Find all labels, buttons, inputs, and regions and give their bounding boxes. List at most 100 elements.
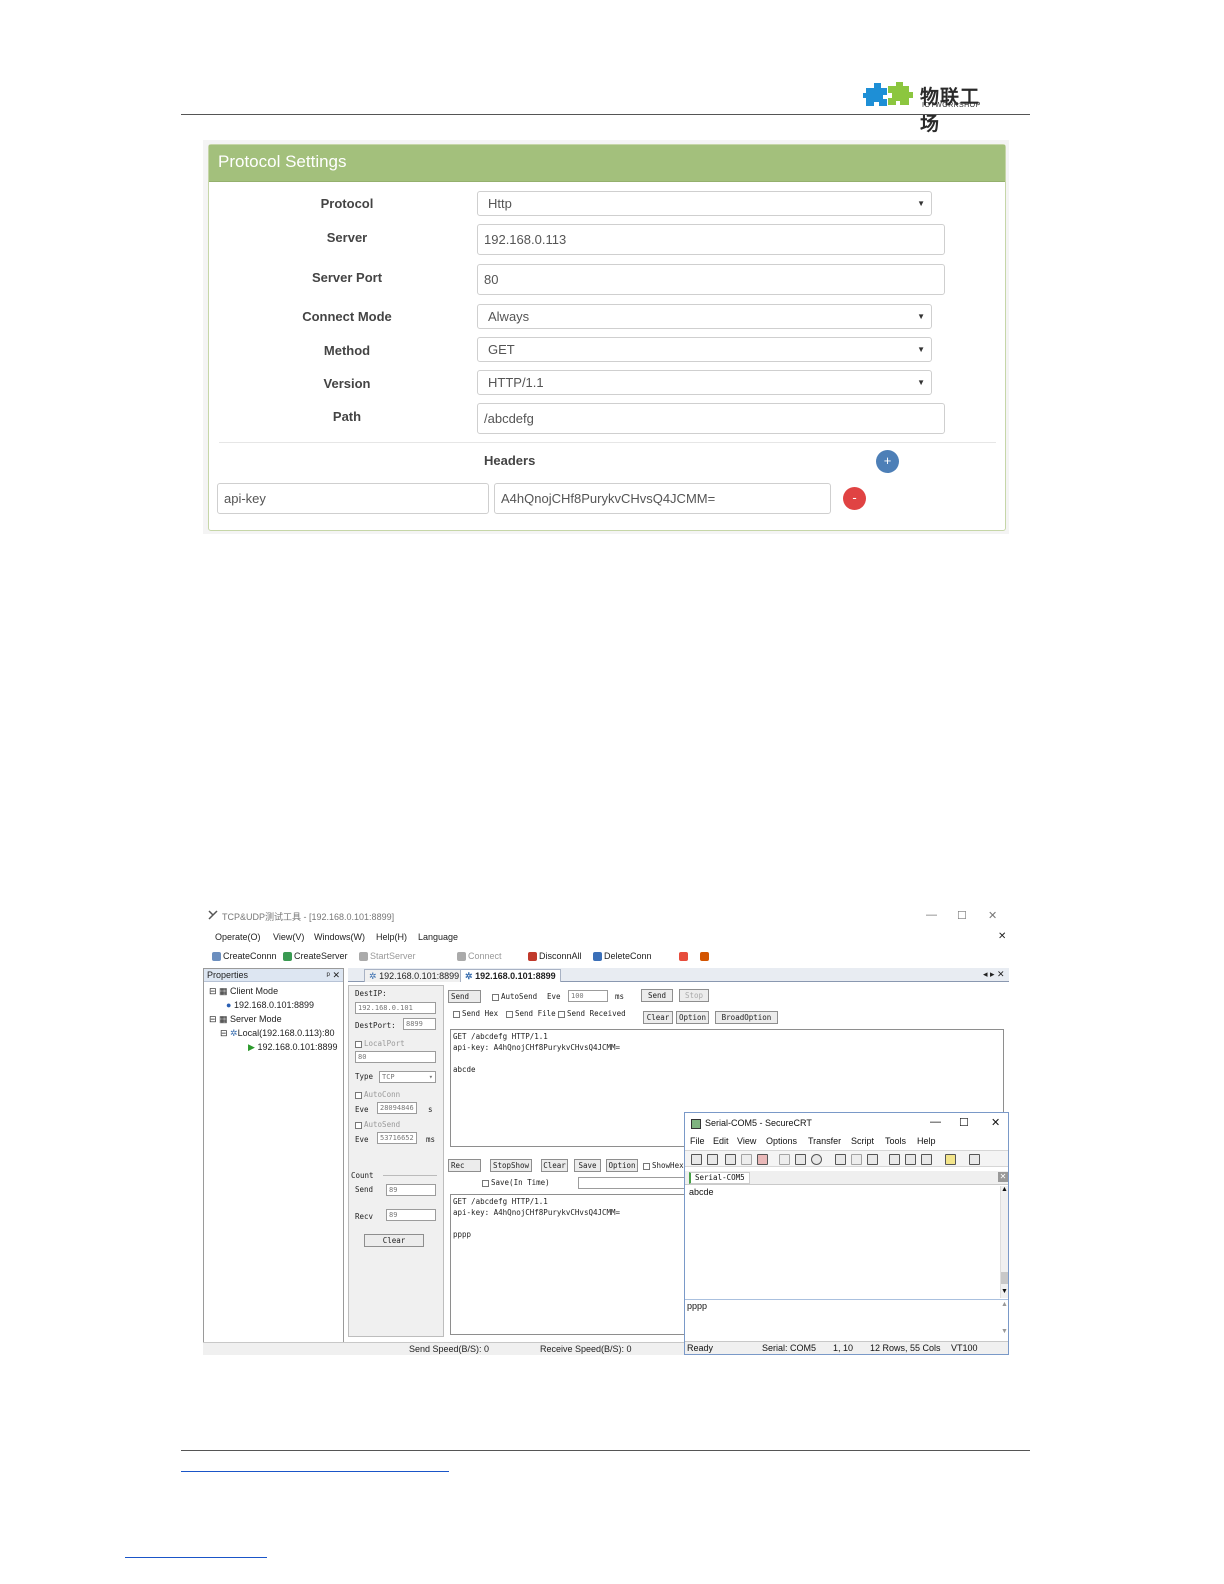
local-port-checkbox[interactable]: LocalPort — [355, 1039, 405, 1048]
eve1-field[interactable]: 28094846 — [377, 1102, 417, 1114]
tab-serial-com5[interactable]: Serial-COM5 — [689, 1172, 750, 1184]
send-file-icon[interactable] — [835, 1154, 846, 1165]
scroll-down-icon[interactable]: ▼ — [1001, 1328, 1008, 1335]
send-button[interactable]: Send — [641, 989, 673, 1002]
save-in-time-checkbox[interactable]: Save(In Time) — [482, 1178, 550, 1187]
close-button[interactable]: ✕ — [988, 909, 997, 922]
menu-windows[interactable]: Windows(W) — [314, 932, 365, 942]
add-header-button[interactable]: + — [876, 450, 899, 473]
menu-help[interactable]: Help(H) — [376, 932, 407, 942]
keymap-icon[interactable] — [921, 1154, 932, 1165]
crt-menu-script[interactable]: Script — [851, 1136, 874, 1146]
crt-terminal[interactable]: abcde — [686, 1186, 1002, 1298]
tree-client-mode[interactable]: ⊟ ▦ Client Mode — [209, 986, 278, 997]
session-options-icon[interactable] — [889, 1154, 900, 1165]
find-icon[interactable] — [811, 1154, 822, 1165]
header-value-input[interactable]: A4hQnojCHf8PurykvCHvsQ4JCMM= — [494, 483, 831, 514]
create-conn-button[interactable]: CreateConnn — [212, 951, 277, 962]
recv-option-button[interactable]: Option — [606, 1159, 638, 1172]
tab-nav-buttons[interactable]: ◂ ▸ ✕ — [983, 969, 1005, 980]
disconnect-icon[interactable] — [757, 1154, 768, 1165]
auto-send-checkbox[interactable]: AutoSend — [492, 992, 537, 1001]
crt-menu-transfer[interactable]: Transfer — [808, 1136, 841, 1146]
quick-connect-icon[interactable] — [707, 1154, 718, 1165]
crt-menu-options[interactable]: Options — [766, 1136, 797, 1146]
menu-language[interactable]: Language — [418, 932, 458, 942]
scroll-up-icon[interactable]: ▲ — [1001, 1186, 1008, 1193]
connect-button[interactable]: Connect — [457, 951, 502, 962]
header-key-input[interactable]: api-key — [217, 483, 489, 514]
eve-interval-field[interactable]: 100 — [568, 990, 608, 1002]
footer-link-underline[interactable] — [181, 1471, 449, 1472]
crt-menu-help[interactable]: Help — [917, 1136, 936, 1146]
local-port-field[interactable]: 80 — [355, 1051, 436, 1063]
tree-server-conn[interactable]: ▶ 192.168.0.101:8899 — [248, 1042, 338, 1053]
tools-icon[interactable] — [700, 952, 709, 961]
auto-send-checkbox[interactable]: AutoSend — [355, 1120, 400, 1129]
server-input[interactable]: 192.168.0.113 — [477, 224, 945, 255]
maximize-button[interactable]: ☐ — [957, 909, 967, 922]
method-select[interactable]: GET ▼ — [477, 337, 932, 362]
auto-conn-checkbox[interactable]: AutoConn — [355, 1090, 400, 1099]
power-icon[interactable] — [679, 952, 688, 961]
help-icon[interactable] — [945, 1154, 956, 1165]
crt-tab-close-button[interactable]: ✕ — [998, 1172, 1008, 1182]
crt-scrollbar[interactable]: ▲ ▼ — [1000, 1186, 1008, 1298]
menu-view[interactable]: View(V) — [273, 932, 304, 942]
tree-client-conn[interactable]: ● 192.168.0.101:8899 — [226, 1000, 314, 1010]
remove-header-button[interactable]: - — [843, 487, 866, 510]
menu-operate[interactable]: Operate(O) — [215, 932, 261, 942]
send-hex-checkbox[interactable]: Send Hex — [453, 1009, 498, 1018]
copy-icon[interactable] — [779, 1154, 790, 1165]
footer-link-underline[interactable] — [125, 1557, 267, 1558]
tree-local-server[interactable]: ⊟ ✲Local(192.168.0.113):80 — [220, 1028, 335, 1039]
server-port-input[interactable]: 80 — [477, 264, 945, 295]
delete-conn-button[interactable]: DeleteConn — [593, 951, 652, 962]
start-server-button[interactable]: StartServer — [359, 951, 416, 962]
create-server-button[interactable]: CreateServer — [283, 951, 348, 962]
show-hex-checkbox[interactable]: ShowHex — [643, 1161, 684, 1170]
recv-save-button[interactable]: Save — [574, 1159, 601, 1172]
sftp-icon[interactable] — [969, 1154, 980, 1165]
broad-option-button[interactable]: BroadOption — [715, 1011, 778, 1024]
send-clear-button[interactable]: Clear — [643, 1011, 673, 1024]
minimize-button[interactable]: — — [926, 909, 937, 921]
tab-connection-1[interactable]: ✲ 192.168.0.101:8899 — [364, 969, 465, 982]
scroll-up-icon[interactable]: ▲ — [1001, 1301, 1008, 1308]
crt-menu-edit[interactable]: Edit — [713, 1136, 729, 1146]
clear-count-button[interactable]: Clear — [364, 1234, 424, 1247]
version-select[interactable]: HTTP/1.1 ▼ — [477, 370, 932, 395]
tab-connection-2[interactable]: ✲ 192.168.0.101:8899 — [460, 969, 561, 982]
tree-server-mode[interactable]: ⊟ ▦ Server Mode — [209, 1014, 282, 1025]
send-received-checkbox[interactable]: Send Received — [558, 1009, 626, 1018]
pane-pin-close[interactable]: ᵖ ✕ — [327, 969, 340, 982]
receive-file-icon[interactable] — [851, 1154, 862, 1165]
connect-icon[interactable] — [691, 1154, 702, 1165]
crt-menu-tools[interactable]: Tools — [885, 1136, 906, 1146]
crt-maximize-button[interactable]: ☐ — [959, 1116, 969, 1129]
scroll-down-icon[interactable]: ▼ — [1001, 1288, 1008, 1295]
reconnect-icon[interactable] — [741, 1154, 752, 1165]
type-select[interactable]: TCP ▾ — [379, 1071, 436, 1083]
stop-show-button[interactable]: StopShow — [490, 1159, 532, 1172]
crt-menu-file[interactable]: File — [690, 1136, 705, 1146]
connect-mode-select[interactable]: Always ▼ — [477, 304, 932, 329]
inner-close-button[interactable]: ✕ — [998, 931, 1006, 942]
scroll-thumb[interactable] — [1001, 1272, 1008, 1284]
path-input[interactable]: /abcdefg — [477, 403, 945, 434]
crt-minimize-button[interactable]: — — [930, 1116, 941, 1128]
paste-icon[interactable] — [795, 1154, 806, 1165]
protocol-select[interactable]: Http ▼ — [477, 191, 932, 216]
session-icon[interactable] — [725, 1154, 736, 1165]
crt-command-window[interactable]: pppp ▲ ▼ — [685, 1299, 1008, 1339]
send-option-button[interactable]: Option — [676, 1011, 709, 1024]
crt-close-button[interactable]: ✕ — [991, 1116, 1000, 1129]
dest-port-field[interactable]: 8899 — [403, 1018, 436, 1030]
crt-menu-view[interactable]: View — [737, 1136, 756, 1146]
print-icon[interactable] — [867, 1154, 878, 1165]
global-options-icon[interactable] — [905, 1154, 916, 1165]
send-file-checkbox[interactable]: Send File — [506, 1009, 556, 1018]
eve2-field[interactable]: 53716652 — [377, 1132, 417, 1144]
stop-button[interactable]: Stop — [679, 989, 709, 1002]
dest-ip-field[interactable]: 192.168.0.101 — [355, 1002, 436, 1014]
